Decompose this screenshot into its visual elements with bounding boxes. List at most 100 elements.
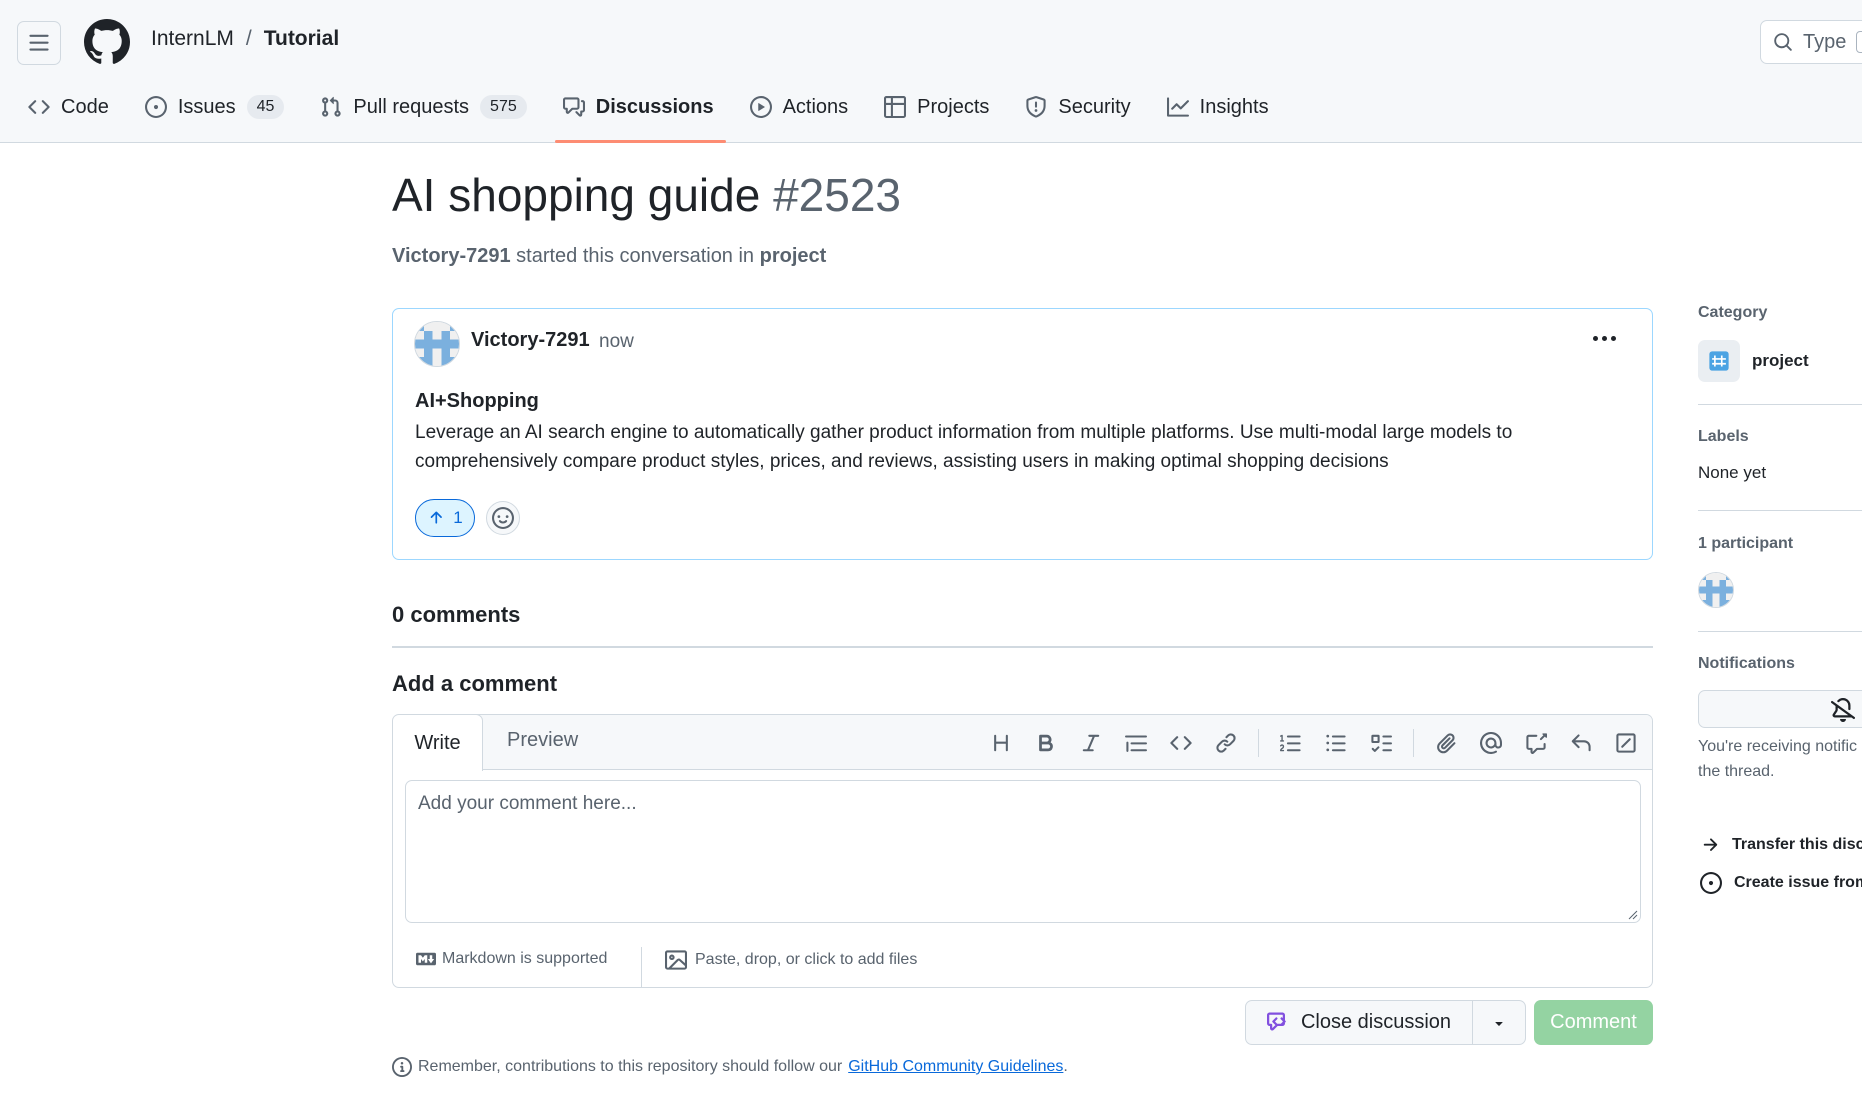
post-body-text: Leverage an AI search engine to automati…	[415, 422, 1513, 472]
category-link[interactable]: project	[760, 245, 827, 267]
close-discussion-button[interactable]: Close discussion	[1245, 1000, 1473, 1045]
git-pull-request-icon	[322, 96, 342, 117]
tab-actions[interactable]: Actions	[740, 85, 859, 129]
transfer-label: Transfer this disc	[1732, 836, 1862, 853]
post-time[interactable]: now	[599, 331, 634, 353]
smiley-icon	[492, 507, 514, 529]
participant-avatar[interactable]	[1698, 572, 1734, 608]
tab-pull-requests[interactable]: Pull requests 575	[310, 85, 536, 129]
guideline-text: Remember, contributions to this reposito…	[418, 1058, 843, 1075]
repo-nav: Code Issues 45 Pull requests 575 Discuss…	[0, 85, 1295, 143]
ordered-list-icon[interactable]	[1275, 727, 1307, 759]
repo-header: InternLM / Tutorial Type Code Issues 45 …	[0, 0, 1862, 143]
tab-discussions-label: Discussions	[595, 95, 714, 118]
identicon-avatar-icon	[1699, 573, 1733, 607]
task-list-icon[interactable]	[1365, 727, 1397, 759]
author-link[interactable]: Victory-7291	[392, 245, 511, 267]
unsubscribe-button[interactable]	[1698, 690, 1862, 728]
bold-icon[interactable]	[1030, 727, 1062, 759]
kebab-menu-icon[interactable]	[1586, 323, 1622, 353]
identicon-avatar-icon	[415, 322, 459, 366]
notifications-note: You're receiving notific the thread.	[1698, 734, 1862, 784]
image-icon	[665, 950, 687, 970]
link-icon[interactable]	[1210, 727, 1242, 759]
comment-textarea[interactable]: Add your comment here...	[405, 780, 1641, 923]
guideline-end: .	[1063, 1058, 1068, 1075]
heading-icon[interactable]	[985, 727, 1017, 759]
sidebar-divider	[1698, 510, 1862, 511]
sidebar-divider	[1698, 631, 1862, 632]
repo-name-link[interactable]: Tutorial	[264, 27, 339, 51]
transfer-discussion-link[interactable]: Transfer this disc	[1700, 835, 1862, 855]
avatar[interactable]	[414, 321, 460, 367]
breadcrumb: InternLM / Tutorial	[151, 27, 339, 51]
issue-opened-icon	[1700, 872, 1722, 894]
tab-pull-requests-label: Pull requests	[353, 95, 470, 118]
cross-reference-icon[interactable]	[1520, 727, 1552, 759]
close-options-dropdown[interactable]	[1472, 1000, 1526, 1045]
shield-icon	[1026, 96, 1047, 118]
comment-button[interactable]: Comment	[1534, 1000, 1653, 1045]
guideline-link[interactable]: GitHub Community Guidelines	[848, 1058, 1063, 1076]
issues-count-badge: 45	[246, 95, 285, 119]
unordered-list-icon[interactable]	[1320, 727, 1352, 759]
tab-projects-label: Projects	[917, 95, 990, 118]
editor-footer: Markdown is supported Paste, drop, or cl…	[393, 935, 1652, 987]
paperclip-icon[interactable]	[1430, 727, 1462, 759]
tab-code-label: Code	[61, 95, 109, 118]
labels-heading: Labels	[1698, 428, 1749, 445]
code-icon	[28, 100, 50, 114]
toolbar-divider	[1258, 729, 1259, 757]
started-text: started this conversation in	[516, 245, 755, 267]
graph-icon	[1166, 97, 1189, 117]
labels-value: None yet	[1698, 463, 1767, 482]
notifications-note-line1: You're receiving notific	[1698, 738, 1857, 755]
search-placeholder: Type	[1803, 30, 1847, 53]
tab-insights-label: Insights	[1199, 95, 1269, 118]
category-item[interactable]: project	[1698, 340, 1809, 382]
discussion-title: AI shopping guide	[392, 169, 761, 221]
mention-icon[interactable]	[1475, 727, 1507, 759]
comment-discussion-icon	[562, 97, 585, 117]
attach-files-label: Paste, drop, or click to add files	[695, 951, 918, 968]
tab-discussions[interactable]: Discussions	[553, 85, 726, 143]
triangle-down-icon	[1495, 1021, 1503, 1026]
bell-slash-icon	[1831, 698, 1855, 722]
tab-projects[interactable]: Projects	[874, 85, 999, 129]
create-issue-link[interactable]: Create issue from	[1700, 872, 1862, 894]
attach-files-button[interactable]: Paste, drop, or click to add files	[665, 949, 917, 971]
github-logo-icon[interactable]	[84, 19, 130, 65]
add-reaction-button[interactable]	[486, 501, 520, 535]
slash-command-icon[interactable]	[1610, 727, 1642, 759]
menu-button[interactable]	[17, 21, 61, 65]
tab-code[interactable]: Code	[18, 85, 119, 129]
tab-insights[interactable]: Insights	[1157, 85, 1279, 129]
italic-icon[interactable]	[1075, 727, 1107, 759]
repo-owner-link[interactable]: InternLM	[151, 27, 234, 51]
search-icon	[1774, 33, 1792, 51]
reply-icon[interactable]	[1565, 727, 1597, 759]
tab-preview[interactable]: Preview	[507, 729, 578, 752]
quote-icon[interactable]	[1120, 727, 1152, 759]
editor-header: Write Preview	[393, 715, 1652, 771]
toolbar-divider	[1413, 729, 1414, 757]
breadcrumb-separator: /	[245, 27, 252, 50]
arrow-right-icon	[1703, 838, 1718, 851]
upvote-button[interactable]: 1	[415, 499, 475, 537]
tab-write[interactable]: Write	[393, 715, 483, 771]
arrow-up-icon	[430, 511, 443, 524]
tab-security[interactable]: Security	[1015, 85, 1140, 129]
footer-divider	[641, 947, 642, 987]
resize-handle-icon[interactable]	[1628, 910, 1638, 920]
tab-issues[interactable]: Issues 45	[135, 85, 295, 129]
post-author[interactable]: Victory-7291	[471, 329, 590, 352]
markdown-note[interactable]: Markdown is supported	[416, 949, 607, 969]
markdown-toolbar	[972, 727, 1642, 759]
comments-count: 0 comments	[392, 602, 521, 627]
create-issue-label: Create issue from	[1734, 874, 1862, 891]
code-icon[interactable]	[1165, 727, 1197, 759]
participants-heading: 1 participant	[1698, 535, 1794, 552]
search-input[interactable]: Type	[1760, 20, 1862, 64]
discussion-closed-icon	[1266, 1012, 1286, 1030]
comment-editor: Write Preview Add your comment here... M…	[392, 714, 1653, 988]
